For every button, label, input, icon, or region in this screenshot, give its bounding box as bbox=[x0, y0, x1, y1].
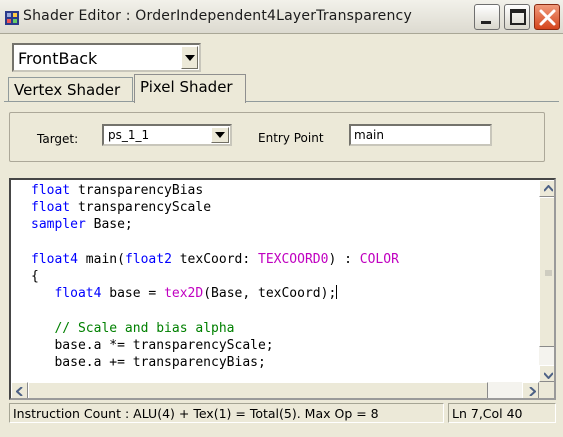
dropdown-button[interactable] bbox=[181, 46, 198, 69]
scroll-down-button[interactable] bbox=[539, 365, 554, 382]
code-line: float4 base = tex2D(Base, texCoord); bbox=[31, 285, 399, 302]
maximize-button[interactable] bbox=[504, 4, 530, 30]
code-editor[interactable]: float transparencyBias float transparency… bbox=[9, 178, 556, 400]
code-token: texCoord: bbox=[171, 251, 258, 267]
code-line: float transparencyScale bbox=[31, 199, 399, 216]
code-token: COLOR bbox=[359, 251, 399, 267]
code-token: base.a *= transparencyScale; bbox=[31, 337, 274, 353]
tab-pixel-shader[interactable]: Pixel Shader bbox=[134, 74, 246, 103]
code-token: transparencyScale bbox=[70, 200, 212, 216]
code-token: float bbox=[31, 183, 71, 198]
target-value: ps_1_1 bbox=[108, 128, 150, 142]
code-token: main( bbox=[77, 251, 125, 267]
code-token: float4 bbox=[31, 251, 78, 267]
chevron-up-icon bbox=[544, 185, 553, 192]
code-token: base.a += transparencyBias; bbox=[31, 354, 266, 370]
render-mode-select[interactable]: FrontBack bbox=[12, 43, 201, 72]
minimize-button[interactable] bbox=[474, 4, 500, 30]
code-text[interactable]: float transparencyBias float transparency… bbox=[31, 182, 399, 371]
code-token: ) : bbox=[328, 251, 360, 267]
code-token: transparencyBias bbox=[70, 183, 204, 198]
code-token: Base; bbox=[85, 217, 133, 233]
entry-point-label: Entry Point bbox=[258, 131, 324, 145]
minimize-icon bbox=[481, 21, 491, 24]
scroll-left-button[interactable] bbox=[11, 382, 28, 398]
title-bar[interactable]: Shader Editor : OrderIndependent4LayerTr… bbox=[0, 0, 563, 34]
cursor-position-status: Ln 7,Col 40 bbox=[448, 403, 556, 423]
code-token: float4 bbox=[54, 286, 102, 302]
code-token: tex2D bbox=[164, 286, 204, 302]
vertical-scroll-thumb[interactable] bbox=[539, 197, 554, 347]
scrollbar-corner bbox=[539, 382, 554, 398]
tab-vertex-shader[interactable]: Vertex Shader bbox=[8, 77, 133, 102]
target-label: Target: bbox=[37, 132, 79, 146]
shader-app-icon[interactable] bbox=[5, 10, 19, 25]
status-bar: Instruction Count : ALU(4) + Tex(1) = To… bbox=[9, 403, 556, 425]
code-token: float2 bbox=[124, 251, 172, 267]
code-line: base.a *= transparencyScale; bbox=[31, 337, 399, 354]
grip-icon bbox=[545, 270, 552, 276]
maximize-icon bbox=[510, 9, 526, 25]
target-select[interactable]: ps_1_1 bbox=[102, 124, 232, 146]
close-icon bbox=[539, 9, 556, 26]
chevron-down-icon bbox=[544, 372, 553, 379]
code-line: float transparencyBias bbox=[31, 182, 399, 199]
scroll-right-button[interactable] bbox=[522, 382, 539, 398]
window-title: Shader Editor : OrderIndependent4LayerTr… bbox=[23, 8, 412, 24]
code-token: sampler bbox=[31, 217, 86, 233]
dropdown-button[interactable] bbox=[211, 127, 229, 143]
scroll-up-button[interactable] bbox=[539, 180, 554, 197]
chevron-down-icon bbox=[215, 132, 225, 138]
vertical-scrollbar[interactable] bbox=[539, 180, 554, 382]
shader-editor-window: Shader Editor : OrderIndependent4LayerTr… bbox=[0, 0, 563, 437]
text-caret bbox=[336, 285, 338, 300]
code-line: // Scale and bias alpha bbox=[31, 320, 399, 337]
code-token: (Base, texCoord); bbox=[203, 286, 337, 302]
instruction-count-status: Instruction Count : ALU(4) + Tex(1) = To… bbox=[9, 403, 444, 423]
code-line: base.a += transparencyBias; bbox=[31, 354, 399, 371]
code-token: float bbox=[31, 200, 71, 216]
shader-settings-group: Target: ps_1_1 Entry Point bbox=[9, 112, 545, 162]
horizontal-scrollbar[interactable] bbox=[11, 382, 539, 398]
horizontal-scroll-thumb[interactable] bbox=[28, 382, 488, 398]
code-token: TEXCOORD0 bbox=[258, 251, 329, 267]
code-token: // Scale and bias alpha bbox=[54, 320, 235, 336]
entry-point-input[interactable] bbox=[349, 124, 492, 146]
code-line: sampler Base; bbox=[31, 216, 399, 233]
code-line: { bbox=[31, 268, 399, 285]
code-token: base = bbox=[101, 286, 165, 302]
chevron-right-icon bbox=[529, 387, 536, 396]
chevron-left-icon bbox=[16, 387, 23, 396]
close-button[interactable] bbox=[534, 4, 560, 30]
code-token: { bbox=[31, 268, 39, 284]
code-line: float4 main(float2 texCoord: TEXCOORD0) … bbox=[31, 251, 399, 268]
render-mode-value: FrontBack bbox=[18, 49, 98, 68]
chevron-down-icon bbox=[185, 54, 195, 61]
